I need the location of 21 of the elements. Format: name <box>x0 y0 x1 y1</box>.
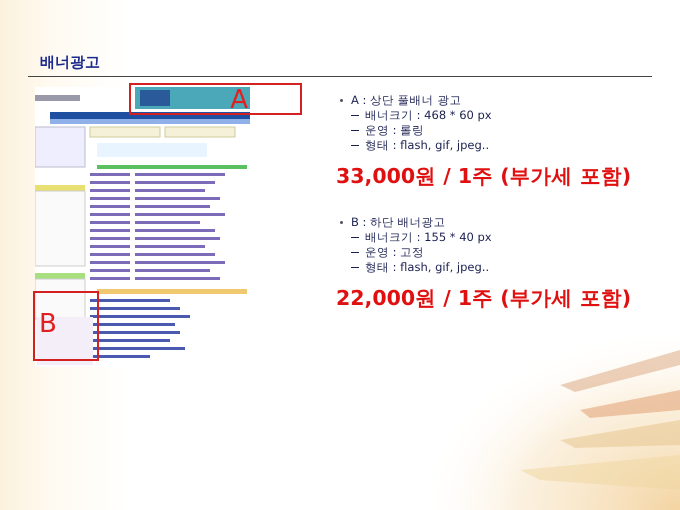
ad-detail: 운영 : 고정 <box>365 245 424 260</box>
ad-price: 33,000원 / 1주 (부가세 포함) <box>336 163 632 189</box>
ad-heading: B : 하단 배너광고 <box>351 215 446 230</box>
dash-icon <box>351 252 359 253</box>
slide-title: 배너광고 <box>40 52 101 72</box>
ad-detail: 배너크기 : 468 * 60 px <box>365 108 492 123</box>
marker-letter: A <box>230 87 248 113</box>
bullet-icon <box>340 221 343 224</box>
ad-detail: 배너크기 : 155 * 40 px <box>365 230 492 245</box>
dash-icon <box>351 115 359 116</box>
ad-heading: A : 상단 풀배너 광고 <box>351 93 462 108</box>
dash-icon <box>351 267 359 268</box>
dash-icon <box>351 237 359 238</box>
dash-icon <box>351 130 359 131</box>
ad-price: 22,000원 / 1주 (부가세 포함) <box>336 285 632 311</box>
ad-detail: 운영 : 롤링 <box>365 123 424 138</box>
dash-icon <box>351 145 359 146</box>
ad-detail: 형태 : flash, gif, jpeg.. <box>365 138 490 153</box>
marker-letter: B <box>39 311 57 337</box>
bullet-icon <box>340 99 343 102</box>
ad-detail: 형태 : flash, gif, jpeg.. <box>365 260 490 275</box>
